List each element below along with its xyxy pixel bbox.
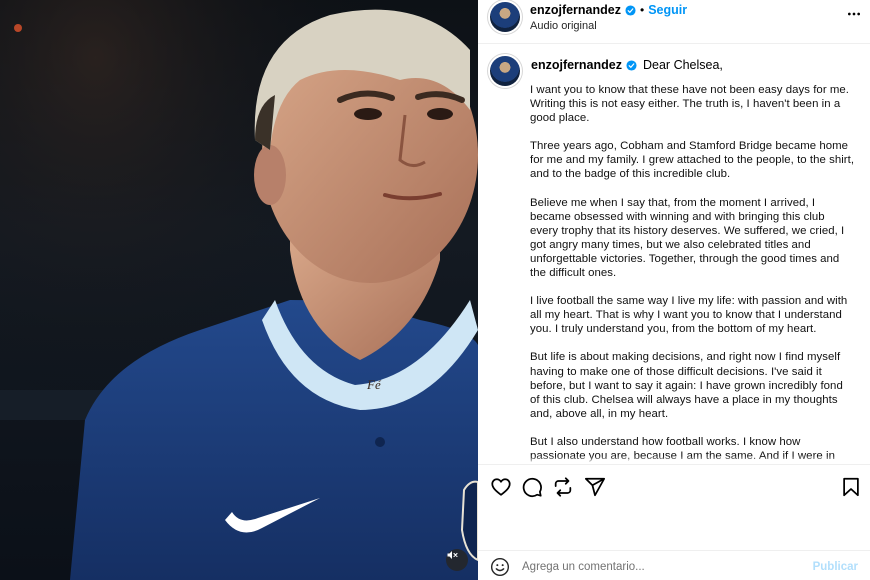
caption-paragraph: I live football the same way I live my l… [530,295,848,336]
caption-area[interactable]: enzojfernandez Dear Chelsea, I want you … [478,45,870,464]
caption-paragraph: Three years ago, Cobham and Stamford Bri… [530,140,855,181]
more-options-icon[interactable] [846,6,862,22]
post-media[interactable]: Fé [0,0,478,580]
action-bar [478,464,870,508]
avatar[interactable] [490,2,520,32]
speaker-muted-icon [447,551,458,559]
separator-dot: • [640,3,645,17]
caption-paragraph: I want you to know that these have not b… [530,84,850,125]
repost-icon[interactable] [552,476,574,498]
emoji-icon[interactable] [490,557,510,577]
caption-fade [478,456,870,464]
audio-label[interactable]: Audio original [530,20,597,32]
follow-button[interactable]: Seguir [648,3,687,17]
mute-button[interactable] [446,549,468,571]
caption-paragraph: But life is about making decisions, and … [530,351,843,420]
caption-greeting: Dear Chelsea, [643,58,723,72]
header-username[interactable]: enzojfernandez [530,3,621,17]
header-user-row: enzojfernandez • Seguir [530,3,687,17]
caption-username[interactable]: enzojfernandez [531,58,622,72]
share-icon[interactable] [584,476,606,498]
publish-button[interactable]: Publicar [813,561,858,573]
player-photo: Fé [0,0,478,580]
neck-tattoo: Fé [366,377,382,392]
caption-title: enzojfernandez Dear Chelsea, [531,58,723,72]
post-sidebar: enzojfernandez • Seguir Audio original e… [478,0,870,580]
caption-avatar[interactable] [490,56,520,86]
caption-paragraph: Believe me when I say that, from the mom… [530,196,845,280]
comment-icon[interactable] [521,476,543,498]
post-header: enzojfernandez • Seguir Audio original [478,0,870,44]
heart-icon[interactable] [490,476,512,498]
bookmark-icon[interactable] [840,476,862,498]
comment-input[interactable] [522,556,782,578]
verified-badge-icon [625,4,636,16]
verified-badge-icon [626,59,637,71]
comment-bar: Publicar [478,550,870,580]
caption-text: I want you to know that these have not b… [530,83,855,464]
